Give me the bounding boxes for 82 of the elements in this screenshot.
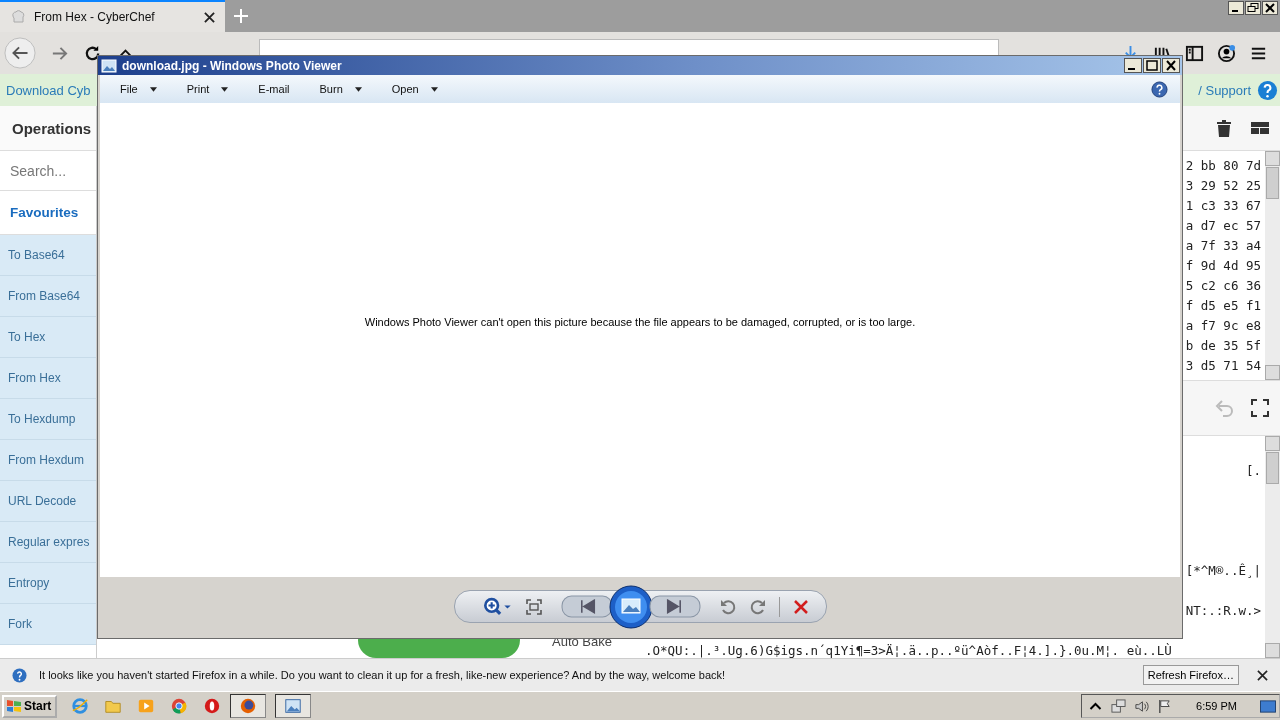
menu-item[interactable]: Burn [313,79,368,99]
hex-line: 2 bb 80 7d [1185,157,1261,175]
download-link[interactable]: Download Cyb [6,82,91,98]
photo-viewer-icon [101,57,117,74]
hex-line: a f7 9c e8 [1185,317,1261,335]
operation-item[interactable]: Entropy [0,563,96,604]
output-line: NT:.:R.w.> [1185,602,1261,620]
operations-heading: Operations [0,106,96,151]
refresh-button[interactable]: Refresh Firefox… [1142,665,1239,685]
operation-item[interactable]: To Hex [0,317,96,358]
trash-icon[interactable] [1214,118,1234,138]
window-title: download.jpg - Windows Photo Viewer [122,58,342,73]
hex-line: 3 29 52 25 [1185,177,1261,195]
operation-item[interactable]: Regular expres [0,522,96,563]
chef-hat-icon [10,9,26,25]
rotate-right-icon[interactable] [748,597,767,616]
hex-line: 3 d5 71 54 [1185,357,1261,375]
menu-item[interactable]: File [114,79,163,99]
operation-item[interactable]: From Hex [0,358,96,399]
fullscreen-icon[interactable] [1250,398,1270,418]
close-icon[interactable] [1262,1,1278,15]
close-icon[interactable] [204,11,215,23]
restore-icon[interactable] [1245,1,1261,15]
help-icon[interactable] [1151,80,1168,98]
rotate-left-icon[interactable] [718,597,737,616]
dropdown-caret-icon[interactable] [221,86,229,92]
menu-item[interactable]: Open [385,79,444,99]
flag-icon[interactable] [1157,698,1173,714]
hex-line: f d5 e5 f1 [1185,297,1261,315]
clock[interactable]: 6:59 PM [1196,700,1237,712]
info-icon [12,667,27,683]
dropdown-caret-icon[interactable] [354,86,362,92]
minimize-icon[interactable] [1124,58,1142,73]
output-line: [*^M®..Ê¸| [1185,562,1261,580]
start-button[interactable]: Start [2,694,58,718]
sidebar-icon[interactable] [1185,43,1204,63]
show-desktop-icon[interactable] [1259,698,1277,714]
hex-line: 5 c2 c6 36 [1185,277,1261,295]
network-icon[interactable] [1111,698,1127,714]
delete-icon[interactable] [791,597,810,616]
previous-icon[interactable] [560,595,613,618]
back-icon[interactable] [4,37,36,69]
operation-item[interactable]: From Base64 [0,276,96,317]
operation-item[interactable]: From Hexdum [0,440,96,481]
hex-line: 1 c3 33 67 [1185,197,1261,215]
opera-icon[interactable] [203,697,222,715]
next-icon[interactable] [648,595,701,618]
maximize-icon[interactable] [1143,58,1161,73]
hex-line: b de 35 5f [1185,337,1261,355]
output-line: .O*QU:.|.³.Ug.6)G$igs.n´q1Yi¶=3>Ä¦.ä..p..ºü^Aòf..F¦4.].}.0u.M¦. eù..LÙ [645,642,1172,660]
firefox-icon[interactable] [239,697,258,715]
error-message: Windows Photo Viewer can't open this picture because the file appears to be damaged, corrupted, or is too large. [364,316,916,328]
close-icon[interactable] [1257,669,1268,681]
slideshow-button[interactable] [608,584,653,629]
browser-tab[interactable]: From Hex - CyberChef [0,0,225,32]
hex-line: a 7f 33 a4 [1185,237,1261,255]
menu-item[interactable]: Print [180,79,235,99]
operation-item[interactable]: To Hexdump [0,399,96,440]
help-icon[interactable] [1257,79,1278,101]
dropdown-caret-icon[interactable] [430,86,438,92]
new-tab-icon[interactable] [234,9,248,23]
fit-icon[interactable] [524,597,543,616]
dropdown-caret-icon[interactable] [149,86,157,92]
scrollbar[interactable] [1265,151,1280,380]
operation-item[interactable]: Fork [0,604,96,645]
close-icon[interactable] [1162,58,1180,73]
hex-line: a d7 ec 57 [1185,217,1261,235]
minimize-icon[interactable] [1228,1,1244,15]
chrome-icon[interactable] [170,697,189,715]
operation-item[interactable]: URL Decode [0,481,96,522]
windows-flag-icon [6,698,22,714]
operation-item[interactable]: To Base64 [0,235,96,276]
hex-line: f 9d 4d 95 [1185,257,1261,275]
speaker-icon[interactable] [1134,698,1150,714]
support-link[interactable]: / Support [1198,82,1251,98]
notification-text: It looks like you haven't started Firefox in a while. Do you want to clean it up for a fresh, like-new experience? And by the way, welcome back! [39,669,726,681]
zoom-icon[interactable] [482,597,513,616]
photo-viewer-icon[interactable] [284,697,303,715]
scrollbar[interactable] [1265,436,1280,658]
output-line: [. [1245,462,1261,480]
menu-item[interactable]: E-mail [252,79,296,99]
account-icon[interactable] [1217,43,1236,63]
